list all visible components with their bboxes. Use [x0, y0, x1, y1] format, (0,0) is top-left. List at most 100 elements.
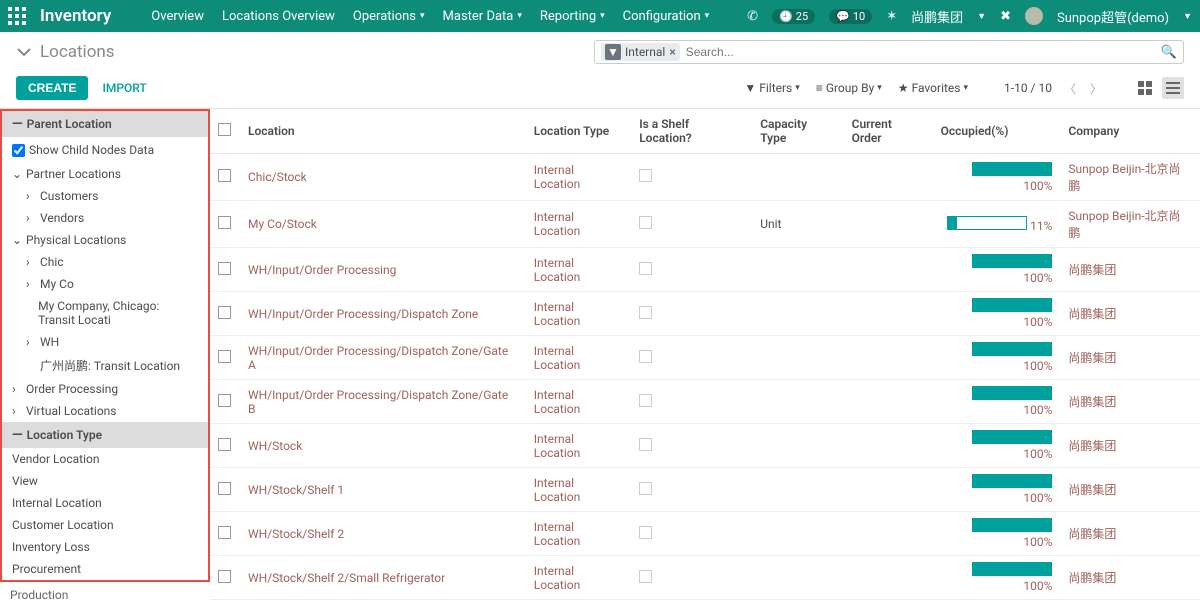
location-cell[interactable]: WH/Stock	[240, 424, 526, 468]
company-cell[interactable]: 尚鹏集团	[1060, 380, 1200, 424]
search-box[interactable]: ▼ Internal × 🔍	[594, 40, 1184, 64]
sidebar-section-location-type[interactable]: — Location Type	[2, 422, 208, 448]
show-child-nodes-checkbox[interactable]: Show Child Nodes Data	[2, 137, 208, 163]
nav-locations-overview[interactable]: Locations Overview	[222, 9, 335, 24]
table-row[interactable]: WH/StockInternal Location 100%尚鹏集团	[210, 424, 1200, 468]
shelf-checkbox[interactable]	[639, 262, 652, 275]
pager-range[interactable]: 1-10 / 10	[1004, 81, 1052, 95]
tree-item[interactable]: ›Order Processing	[2, 378, 208, 400]
location-cell[interactable]: WH/Stock/Shelf 2/Small Refrigerator	[240, 556, 526, 600]
row-checkbox[interactable]	[218, 350, 231, 363]
app-brand[interactable]: Inventory	[40, 6, 111, 26]
row-checkbox[interactable]	[218, 570, 231, 583]
messages-badge[interactable]: 💬 10	[829, 9, 872, 24]
company-cell[interactable]: 尚鹏集团	[1060, 468, 1200, 512]
pager-next[interactable]: 〉	[1088, 80, 1104, 97]
chevron-down-icon[interactable]	[16, 44, 32, 60]
company-cell[interactable]: 尚鹏集团	[1060, 556, 1200, 600]
tree-item[interactable]: ⌄Partner Locations	[2, 163, 208, 185]
shelf-checkbox[interactable]	[639, 438, 652, 451]
column-header[interactable]: Current Order	[844, 109, 933, 154]
table-row[interactable]: WH/Input/Order Processing/Dispatch Zone/…	[210, 380, 1200, 424]
view-list[interactable]	[1162, 77, 1184, 99]
location-cell[interactable]: WH/Input/Order Processing/Dispatch Zone/…	[240, 336, 526, 380]
tree-item[interactable]: 广州尚鹏: Transit Location	[2, 353, 208, 378]
user-menu[interactable]: Sunpop超管(demo)	[1057, 7, 1169, 26]
tree-item[interactable]: ›Chic	[2, 251, 208, 273]
nav-master-data[interactable]: Master Data▾	[443, 9, 522, 24]
tree-item[interactable]: ›Virtual Locations	[2, 400, 208, 422]
row-checkbox[interactable]	[218, 526, 231, 539]
favorites-menu[interactable]: ★ Favorites ▾	[898, 81, 968, 95]
location-type-item[interactable]: View	[2, 470, 208, 492]
tree-item[interactable]: ›Vendors	[2, 207, 208, 229]
create-button[interactable]: CREATE	[16, 76, 88, 100]
filters-menu[interactable]: ▼Filters ▾	[744, 81, 799, 95]
location-type-item[interactable]: Procurement	[2, 558, 208, 580]
location-type-production[interactable]: Production	[0, 584, 210, 606]
company-cell[interactable]: Sunpop Beijin-北京尚鹏	[1060, 154, 1200, 201]
location-cell[interactable]: WH/Input/Order Processing	[240, 248, 526, 292]
row-checkbox[interactable]	[218, 262, 231, 275]
column-header[interactable]: Company	[1060, 109, 1200, 154]
table-row[interactable]: My Co/StockInternal LocationUnit 11%Sunp…	[210, 201, 1200, 248]
tree-item[interactable]: ›My Co	[2, 273, 208, 295]
search-icon[interactable]: 🔍	[1161, 45, 1177, 60]
shelf-checkbox[interactable]	[639, 482, 652, 495]
table-row[interactable]: WH/Stock/Shelf 2/Small RefrigeratorInter…	[210, 556, 1200, 600]
shelf-checkbox[interactable]	[639, 306, 652, 319]
shelf-checkbox[interactable]	[639, 169, 652, 182]
tree-item[interactable]: ›WH	[2, 331, 208, 353]
location-cell[interactable]: WH/Stock/Shelf 2	[240, 512, 526, 556]
row-checkbox[interactable]	[218, 438, 231, 451]
shelf-checkbox[interactable]	[639, 216, 652, 229]
row-checkbox[interactable]	[218, 306, 231, 319]
shelf-checkbox[interactable]	[639, 394, 652, 407]
apps-icon[interactable]	[8, 7, 26, 25]
location-cell[interactable]: My Co/Stock	[240, 201, 526, 248]
column-header[interactable]: Is a Shelf Location?	[631, 109, 752, 154]
shelf-checkbox[interactable]	[639, 570, 652, 583]
table-row[interactable]: WH/Input/Order Processing/Dispatch Zone/…	[210, 336, 1200, 380]
nav-overview[interactable]: Overview	[151, 9, 204, 24]
import-button[interactable]: IMPORT	[102, 81, 146, 95]
avatar[interactable]	[1025, 7, 1043, 25]
tool-icon[interactable]: ✖	[1000, 9, 1011, 24]
company-cell[interactable]: 尚鹏集团	[1060, 292, 1200, 336]
location-cell[interactable]: Chic/Stock	[240, 154, 526, 201]
row-checkbox[interactable]	[218, 216, 231, 229]
row-checkbox[interactable]	[218, 394, 231, 407]
tree-item[interactable]: ⌄Physical Locations	[2, 229, 208, 251]
sidebar-section-parent-location[interactable]: — Parent Location	[2, 111, 208, 137]
company-cell[interactable]: 尚鹏集团	[1060, 424, 1200, 468]
tree-item[interactable]: ›Customers	[2, 185, 208, 207]
table-row[interactable]: WH/Stock/Shelf 2Internal Location 100%尚鹏…	[210, 512, 1200, 556]
tree-item[interactable]: My Company, Chicago: Transit Locati	[2, 295, 208, 331]
location-cell[interactable]: WH/Input/Order Processing/Dispatch Zone	[240, 292, 526, 336]
company-switcher[interactable]: 尚鹏集团	[911, 7, 963, 26]
location-cell[interactable]: WH/Input/Order Processing/Dispatch Zone/…	[240, 380, 526, 424]
location-type-item[interactable]: Vendor Location	[2, 448, 208, 470]
column-header[interactable]: Occupied(%)	[933, 109, 1061, 154]
close-icon[interactable]: ×	[669, 45, 675, 59]
row-checkbox[interactable]	[218, 169, 231, 182]
location-type-item[interactable]: Inventory Loss	[2, 536, 208, 558]
groupby-menu[interactable]: ≡ Group By ▾	[816, 81, 882, 95]
nav-operations[interactable]: Operations▾	[353, 9, 425, 24]
column-header[interactable]: Location Type	[526, 109, 631, 154]
location-type-item[interactable]: Customer Location	[2, 514, 208, 536]
shelf-checkbox[interactable]	[639, 350, 652, 363]
company-cell[interactable]: 尚鹏集团	[1060, 248, 1200, 292]
view-kanban[interactable]	[1134, 77, 1156, 99]
company-cell[interactable]: Sunpop Beijin-北京尚鹏	[1060, 201, 1200, 248]
location-type-item[interactable]: Internal Location	[2, 492, 208, 514]
table-row[interactable]: WH/Input/Order ProcessingInternal Locati…	[210, 248, 1200, 292]
row-checkbox[interactable]	[218, 482, 231, 495]
select-all-checkbox[interactable]	[218, 123, 231, 136]
company-cell[interactable]: 尚鹏集团	[1060, 336, 1200, 380]
debug-icon[interactable]: ✶	[886, 9, 897, 24]
phone-icon[interactable]: ✆	[747, 9, 758, 24]
table-row[interactable]: WH/Input/Order Processing/Dispatch ZoneI…	[210, 292, 1200, 336]
table-row[interactable]: Chic/StockInternal Location 100%Sunpop B…	[210, 154, 1200, 201]
location-cell[interactable]: WH/Stock/Shelf 1	[240, 468, 526, 512]
